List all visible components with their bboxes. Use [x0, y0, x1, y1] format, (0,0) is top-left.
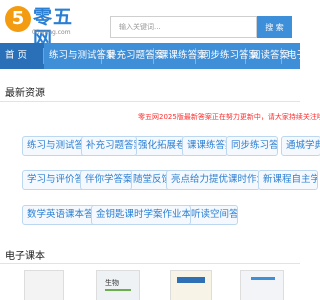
nav-item-reading[interactable]: 阅读答案 — [246, 43, 289, 69]
tag-classroom-feedback[interactable]: 随堂反馈 — [128, 170, 170, 190]
tag-listening-space[interactable]: 听读空间答案 — [186, 205, 238, 225]
cover-stripe — [105, 289, 131, 291]
latest-resources-title: 最新资源 — [5, 88, 45, 99]
site-header: 5 零五网 05wang.com 搜 索 — [0, 0, 300, 50]
main-nav: 首 页 练习与测试答案 补充习题答案 课课练答案 同步练习答案 阅读答案 电子书 — [0, 43, 300, 69]
divider — [0, 263, 300, 264]
search-button[interactable]: 搜 索 — [257, 16, 292, 38]
ebook-list: 生物 — [0, 270, 300, 300]
tag-new-curriculum[interactable]: 新课程自主学习与测评 — [258, 170, 318, 190]
ebook-cover[interactable] — [24, 270, 64, 300]
ebook-cover[interactable] — [240, 270, 284, 300]
search-input[interactable] — [110, 16, 257, 38]
tag-tongcheng[interactable]: 通城学典 — [281, 136, 320, 156]
ebook-cover[interactable]: 生物 — [96, 270, 140, 300]
nav-item-home[interactable]: 首 页 — [0, 43, 44, 69]
divider — [0, 101, 300, 102]
cover-band — [177, 277, 205, 283]
ebook-label: 生物 — [105, 279, 119, 287]
tag-companion-study[interactable]: 伴你学答案 — [80, 170, 132, 190]
logo-url: 05wang.com — [32, 29, 71, 36]
ebook-cover[interactable] — [170, 270, 212, 300]
update-notice: 零五网2025版最新答案正在努力更新中，请大家持续关注哦！ — [138, 113, 320, 121]
tag-reinforcement[interactable]: 强化拓展卷 — [133, 136, 185, 156]
tag-lesson-practice[interactable]: 课课练答案 — [182, 136, 228, 156]
tag-golden-key[interactable]: 金钥匙课时学案作业本答案 — [91, 205, 191, 225]
nav-item-practice-test[interactable]: 练习与测试答案 — [44, 43, 116, 69]
nav-item-lesson-practice[interactable]: 课课练答案 — [154, 43, 207, 69]
cover-band — [251, 277, 275, 280]
nav-item-sync-practice[interactable]: 同步练习答案 — [196, 43, 258, 69]
site-logo[interactable]: 5 零五网 05wang.com — [5, 4, 89, 50]
tag-sync-practice[interactable]: 同步练习答案 — [226, 136, 278, 156]
tag-supplementary[interactable]: 补充习题答案 — [81, 136, 137, 156]
nav-item-ebooks[interactable]: 电子书 — [282, 43, 300, 69]
ebooks-title: 电子课本 — [5, 251, 45, 262]
logo-badge-icon: 5 — [5, 6, 31, 32]
tag-highlight-homework[interactable]: 亮点给力提优课时作业本答案 — [166, 170, 260, 190]
nav-item-supplementary[interactable]: 补充习题答案 — [102, 43, 164, 69]
